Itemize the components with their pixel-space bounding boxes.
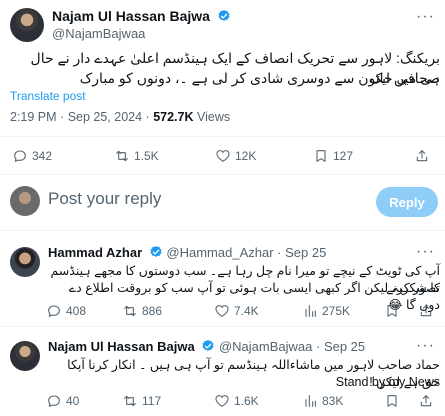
- reply-button[interactable]: Reply: [376, 187, 438, 217]
- post-time[interactable]: 2:19 PM: [10, 110, 57, 124]
- bookmark-count: 127: [333, 149, 354, 163]
- bookmark-action[interactable]: [384, 393, 400, 409]
- reply-avatar[interactable]: [10, 341, 40, 371]
- bookmark-icon: [387, 305, 397, 317]
- divider: [0, 136, 445, 137]
- views-action[interactable]: 83K: [302, 393, 343, 409]
- reply-action[interactable]: 342: [12, 148, 52, 164]
- share-action[interactable]: [414, 148, 430, 164]
- bookmark-icon: [316, 150, 326, 162]
- like-action[interactable]: 12K: [215, 148, 256, 164]
- reply-handle[interactable]: @NajamBajwaa: [219, 339, 312, 354]
- author-name[interactable]: Najam Ul Hassan Bajwa: [52, 8, 210, 24]
- views-label: Views: [196, 110, 231, 124]
- verified-badge-icon: [202, 339, 214, 351]
- reply-header: Najam Ul Hassan Bajwa @NajamBajwaa · Sep…: [48, 339, 365, 354]
- author-avatar[interactable]: [10, 8, 44, 42]
- reply-handle[interactable]: @Hammad_Azhar: [166, 245, 273, 260]
- verified-badge-icon: [150, 245, 162, 257]
- post-meta: 2:19 PM · Sep 25, 2024 · 572.7K Views: [10, 110, 230, 124]
- heart-icon: [215, 395, 229, 407]
- views-action[interactable]: 275K: [302, 303, 350, 319]
- share-icon: [420, 305, 432, 317]
- repost-icon: [124, 305, 136, 317]
- analytics-icon: [305, 305, 316, 317]
- divider: [0, 230, 445, 231]
- author-header: Najam Ul Hassan Bajwa: [52, 8, 231, 26]
- repost-action[interactable]: 117: [122, 393, 161, 409]
- divider: [0, 326, 445, 327]
- reply-action[interactable]: 408: [46, 303, 86, 319]
- reply-count: 408: [66, 304, 87, 318]
- reply-count: 342: [32, 149, 53, 163]
- repost-icon: [124, 395, 136, 407]
- more-options-icon[interactable]: ···: [416, 8, 435, 26]
- meta-separator: ·: [60, 110, 68, 124]
- reply-icon: [48, 305, 60, 317]
- more-options-icon[interactable]: ···: [416, 337, 435, 355]
- share-action[interactable]: [418, 303, 434, 319]
- divider: [0, 174, 445, 175]
- reply-icon: [14, 150, 26, 162]
- post-date[interactable]: Sep 25, 2024: [68, 110, 142, 124]
- meta-separator: ·: [315, 339, 321, 354]
- post-text-line-2: صحافی خاتون سے دوسری شادی کر لی ہے ۔، دو…: [79, 70, 440, 86]
- author-handle[interactable]: @NajamBajwaa: [52, 26, 145, 41]
- like-count: 7.4K: [234, 304, 259, 318]
- repost-count: 886: [142, 304, 163, 318]
- views-count: 572.7K: [153, 110, 194, 124]
- repost-action[interactable]: 1.5K: [114, 148, 159, 164]
- like-action[interactable]: 7.4K: [214, 303, 259, 319]
- reply-header: Hammad Azhar @Hammad_Azhar · Sep 25: [48, 245, 326, 260]
- like-count: 1.6K: [234, 394, 259, 408]
- like-action[interactable]: 1.6K: [214, 393, 259, 409]
- reply-author-name[interactable]: Hammad Azhar: [48, 245, 142, 260]
- verified-badge-icon: [218, 9, 230, 21]
- views-count: 275K: [322, 304, 351, 318]
- reply-action[interactable]: 40: [46, 393, 79, 409]
- more-options-icon[interactable]: ···: [416, 243, 435, 261]
- bookmark-icon: [387, 395, 397, 407]
- bookmark-action[interactable]: [384, 303, 400, 319]
- repost-action[interactable]: 886: [122, 303, 162, 319]
- share-icon: [420, 395, 432, 407]
- bookmark-action[interactable]: 127: [313, 148, 353, 164]
- reply-icon: [48, 395, 60, 407]
- share-icon: [416, 150, 428, 162]
- like-count: 12K: [235, 149, 257, 163]
- reply-time[interactable]: Sep 25: [285, 245, 326, 260]
- share-action[interactable]: [418, 393, 434, 409]
- analytics-icon: [305, 395, 316, 407]
- meta-separator: ·: [277, 245, 282, 260]
- reply-text-line-2: Stand by my News: [335, 375, 440, 389]
- reply-author-name[interactable]: Najam Ul Hassan Bajwa: [48, 339, 195, 354]
- reply-time[interactable]: Sep 25: [324, 339, 365, 354]
- repost-icon: [116, 150, 128, 162]
- translate-post-link[interactable]: Translate post: [10, 89, 86, 103]
- current-user-avatar[interactable]: [10, 186, 40, 216]
- reply-input[interactable]: Post your reply: [48, 189, 161, 209]
- reply-avatar[interactable]: [10, 247, 40, 277]
- heart-icon: [215, 305, 229, 317]
- repost-count: 1.5K: [134, 149, 159, 163]
- views-count: 83K: [322, 394, 344, 408]
- reply-count: 40: [66, 394, 80, 408]
- repost-count: 117: [142, 394, 162, 408]
- heart-icon: [216, 150, 230, 162]
